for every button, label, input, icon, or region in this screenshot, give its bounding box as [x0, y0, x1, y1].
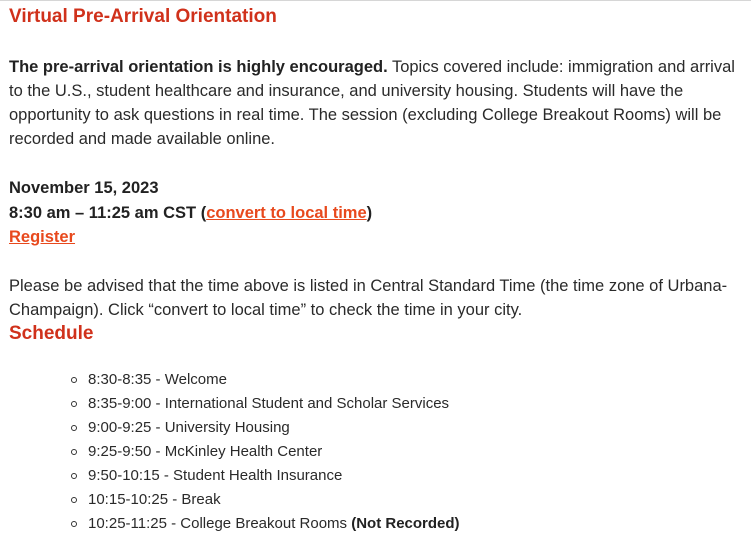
schedule-list: 8:30-8:35 - Welcome 8:35-9:00 - Internat…: [9, 368, 744, 536]
register-link[interactable]: Register: [9, 228, 75, 246]
event-date: November 15, 2023: [9, 179, 159, 197]
top-divider: [0, 0, 751, 1]
circle-bullet-icon: [71, 496, 77, 503]
intro-lead: The pre-arrival orientation is highly en…: [9, 58, 388, 76]
event-time: 8:30 am – 11:25 am CST (convert to local…: [9, 201, 744, 226]
circle-bullet-icon: [71, 424, 77, 431]
event-time-text: 8:30 am – 11:25 am CST (: [9, 203, 207, 222]
circle-bullet-icon: [71, 520, 77, 527]
convert-time-link[interactable]: convert to local time: [206, 204, 366, 222]
schedule-item-text: 9:00-9:25 - University Housing: [88, 418, 290, 436]
schedule-item: 9:50-10:15 - Student Health Insurance: [71, 464, 744, 488]
schedule-item: 9:25-9:50 - McKinley Health Center: [71, 440, 744, 464]
timezone-notice: Please be advised that the time above is…: [9, 276, 728, 319]
schedule-item: 9:00-9:25 - University Housing: [71, 416, 744, 440]
circle-bullet-icon: [71, 400, 77, 407]
schedule-item-text: 10:15-10:25 - Break: [88, 490, 221, 508]
circle-bullet-icon: [71, 472, 77, 479]
register-line: Register: [9, 225, 744, 250]
circle-bullet-icon: [71, 448, 77, 455]
schedule-item-text: 8:30-8:35 - Welcome: [88, 370, 227, 388]
circle-bullet-icon: [71, 376, 77, 383]
schedule-item-text: 9:50-10:15 - Student Health Insurance: [88, 466, 343, 484]
schedule-item-text: 10:25-11:25 - College Breakout Rooms: [88, 514, 352, 532]
schedule-item-text: 9:25-9:50 - McKinley Health Center: [88, 442, 323, 460]
schedule-heading: Schedule: [9, 322, 94, 344]
schedule-item: 8:30-8:35 - Welcome: [71, 368, 744, 392]
orientation-section: Virtual Pre-Arrival Orientation The pre-…: [9, 5, 744, 536]
schedule-item-note: (Not Recorded): [351, 514, 460, 532]
schedule-item: 10:15-10:25 - Break: [71, 488, 744, 512]
schedule-item: 10:25-11:25 - College Breakout Rooms (No…: [71, 512, 744, 536]
schedule-item: 8:35-9:00 - International Student and Sc…: [71, 392, 744, 416]
page-title: Virtual Pre-Arrival Orientation: [9, 6, 277, 27]
schedule-item-text: 8:35-9:00 - International Student and Sc…: [88, 394, 450, 412]
event-details: November 15, 2023 8:30 am – 11:25 am CST…: [9, 176, 744, 250]
event-time-close: ): [366, 203, 373, 222]
intro-paragraph: The pre-arrival orientation is highly en…: [9, 55, 744, 151]
